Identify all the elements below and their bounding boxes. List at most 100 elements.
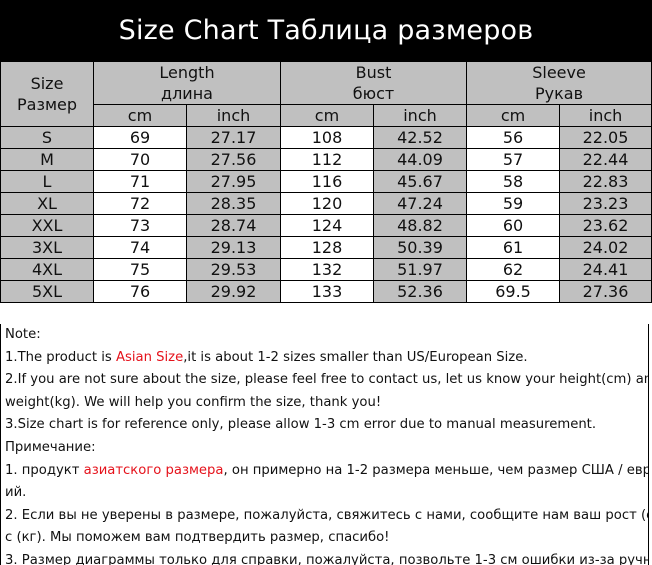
table-row: 4XL 75 29.53 132 51.97 62 24.41 <box>0 258 652 281</box>
length-cm-cell: 72 <box>93 192 187 215</box>
note-text: 1.The product is <box>5 349 116 365</box>
sleeve-inch-cell: 22.83 <box>559 170 652 193</box>
note-en-1: 1.The product is Asian Size,it is about … <box>5 347 648 370</box>
size-cell: XXL <box>0 214 94 237</box>
bust-cm-cell: 132 <box>280 258 374 281</box>
sleeve-inch-cell: 22.05 <box>559 126 652 149</box>
bust-header-ru: бюст <box>352 84 395 103</box>
length-cm-cell: 73 <box>93 214 187 237</box>
sleeve-cm-cell: 62 <box>466 258 561 281</box>
notes-section: Note: 1.The product is Asian Size,it is … <box>0 324 649 565</box>
note-text: 1. продукт <box>5 462 84 478</box>
size-cell: 3XL <box>0 236 94 259</box>
length-inch-cell: 28.74 <box>186 214 281 237</box>
sleeve-inch-cell: 27.36 <box>559 280 652 303</box>
note-ru-2a: 2. Если вы не уверены в размере, пожалуй… <box>5 507 649 523</box>
note-ru-1b: ий. <box>5 485 27 501</box>
sleeve-cm-cell: 59 <box>466 192 561 215</box>
sleeve-inch-cell: 22.44 <box>559 148 652 171</box>
length-cm-cell: 76 <box>93 280 187 303</box>
length-inch-cell: 29.13 <box>186 236 281 259</box>
size-cell: 5XL <box>0 280 94 303</box>
note-text: , он примерно на 1-2 размера меньше, чем… <box>223 462 649 478</box>
table-row: 3XL 74 29.13 128 50.39 61 24.02 <box>0 236 652 259</box>
note-heading-en: Note: <box>5 327 41 342</box>
size-cell: M <box>0 148 94 171</box>
bust-cm-cell: 128 <box>280 236 374 259</box>
asian-size-highlight: Asian Size <box>115 349 184 365</box>
sleeve-cm-cell: 60 <box>466 214 561 237</box>
bust-inch-cell: 50.39 <box>372 236 468 259</box>
note-heading-ru: Примечание: <box>5 439 96 455</box>
length-header-ru: длина <box>161 84 213 103</box>
size-cell: XL <box>0 192 94 215</box>
length-cm-cell: 74 <box>93 236 187 259</box>
sleeve-inch-cell: 23.62 <box>559 214 652 237</box>
asian-size-highlight-ru: азиатского размера <box>83 462 224 478</box>
size-column-header: Size Размер <box>0 61 94 127</box>
bust-cm-cell: 116 <box>280 170 374 193</box>
bust-cm-unit: cm <box>280 104 374 127</box>
bust-inch-cell: 45.67 <box>372 170 468 193</box>
unit-header-row: cm inch cm inch cm inch <box>1 104 652 127</box>
sleeve-cm-unit: cm <box>466 104 561 127</box>
length-inch-cell: 29.53 <box>186 258 281 281</box>
length-cm-cell: 71 <box>93 170 187 193</box>
table-header-row: Size Размер Length длина Bust бюст Sleev… <box>0 61 652 127</box>
bust-cm-cell: 124 <box>280 214 374 237</box>
table-row: L 71 27.95 116 45.67 58 22.83 <box>0 170 652 193</box>
length-header: Length длина <box>93 61 281 105</box>
sleeve-cm-cell: 69.5 <box>466 280 561 303</box>
note-en-3: 3.Size chart is for reference only, plea… <box>5 417 597 433</box>
size-header-en: Size <box>30 74 64 93</box>
bust-header: Bust бюст <box>279 61 468 105</box>
page-title: Size Chart Таблица размеров <box>0 0 652 62</box>
note-text: ,it is about 1-2 sizes smaller than US/E… <box>183 349 528 365</box>
length-inch-cell: 28.35 <box>186 192 281 215</box>
size-header-ru: Размер <box>16 95 78 114</box>
bust-cm-cell: 108 <box>280 126 374 149</box>
length-inch-cell: 27.17 <box>186 126 281 149</box>
bust-cm-cell: 112 <box>280 148 374 171</box>
table-row: M 70 27.56 112 44.09 57 22.44 <box>0 148 652 171</box>
sleeve-inch-cell: 24.02 <box>559 236 652 259</box>
bust-inch-cell: 52.36 <box>372 280 468 303</box>
table-row: 5XL 76 29.92 133 52.36 69.5 27.36 <box>0 280 652 303</box>
bust-inch-cell: 47.24 <box>372 192 468 215</box>
length-inch-cell: 29.92 <box>186 280 281 303</box>
table-row: XXL 73 28.74 124 48.82 60 23.62 <box>0 214 652 237</box>
sleeve-header-ru: Рукав <box>535 84 584 103</box>
size-cell: S <box>0 126 94 149</box>
note-ru-3: 3. Размер диаграммы только для справки, … <box>5 552 649 565</box>
bust-cm-cell: 120 <box>280 192 374 215</box>
bust-inch-unit: inch <box>372 104 468 127</box>
bust-inch-cell: 42.52 <box>372 126 468 149</box>
bust-cm-cell: 133 <box>280 280 374 303</box>
size-chart-table: Size Размер Length длина Bust бюст Sleev… <box>0 61 652 303</box>
sleeve-header-en: Sleeve <box>532 63 586 82</box>
sleeve-cm-cell: 58 <box>466 170 561 193</box>
note-en-2a: 2.If you are not sure about the size, pl… <box>5 372 649 388</box>
table-row: XL 72 28.35 120 47.24 59 23.23 <box>0 192 652 215</box>
sleeve-inch-cell: 23.23 <box>559 192 652 215</box>
length-cm-cell: 70 <box>93 148 187 171</box>
bust-inch-cell: 48.82 <box>372 214 468 237</box>
length-cm-unit: cm <box>93 104 187 127</box>
sleeve-cm-cell: 56 <box>466 126 561 149</box>
sleeve-header: Sleeve Рукав <box>466 61 652 105</box>
bust-inch-cell: 51.97 <box>372 258 468 281</box>
size-cell: 4XL <box>0 258 94 281</box>
sleeve-inch-unit: inch <box>559 104 652 127</box>
note-ru-2b: с (кг). Мы поможем вам подтвердить разме… <box>5 530 390 546</box>
sleeve-inch-cell: 24.41 <box>559 258 652 281</box>
size-cell: L <box>0 170 94 193</box>
length-cm-cell: 69 <box>93 126 187 149</box>
length-inch-cell: 27.56 <box>186 148 281 171</box>
length-inch-cell: 27.95 <box>186 170 281 193</box>
bust-header-en: Bust <box>355 63 392 82</box>
sleeve-cm-cell: 61 <box>466 236 561 259</box>
note-en-2b: weight(kg). We will help you confirm the… <box>5 394 382 410</box>
sleeve-cm-cell: 57 <box>466 148 561 171</box>
length-cm-cell: 75 <box>93 258 187 281</box>
note-ru-1: 1. продукт азиатского размера, он пример… <box>5 460 648 483</box>
